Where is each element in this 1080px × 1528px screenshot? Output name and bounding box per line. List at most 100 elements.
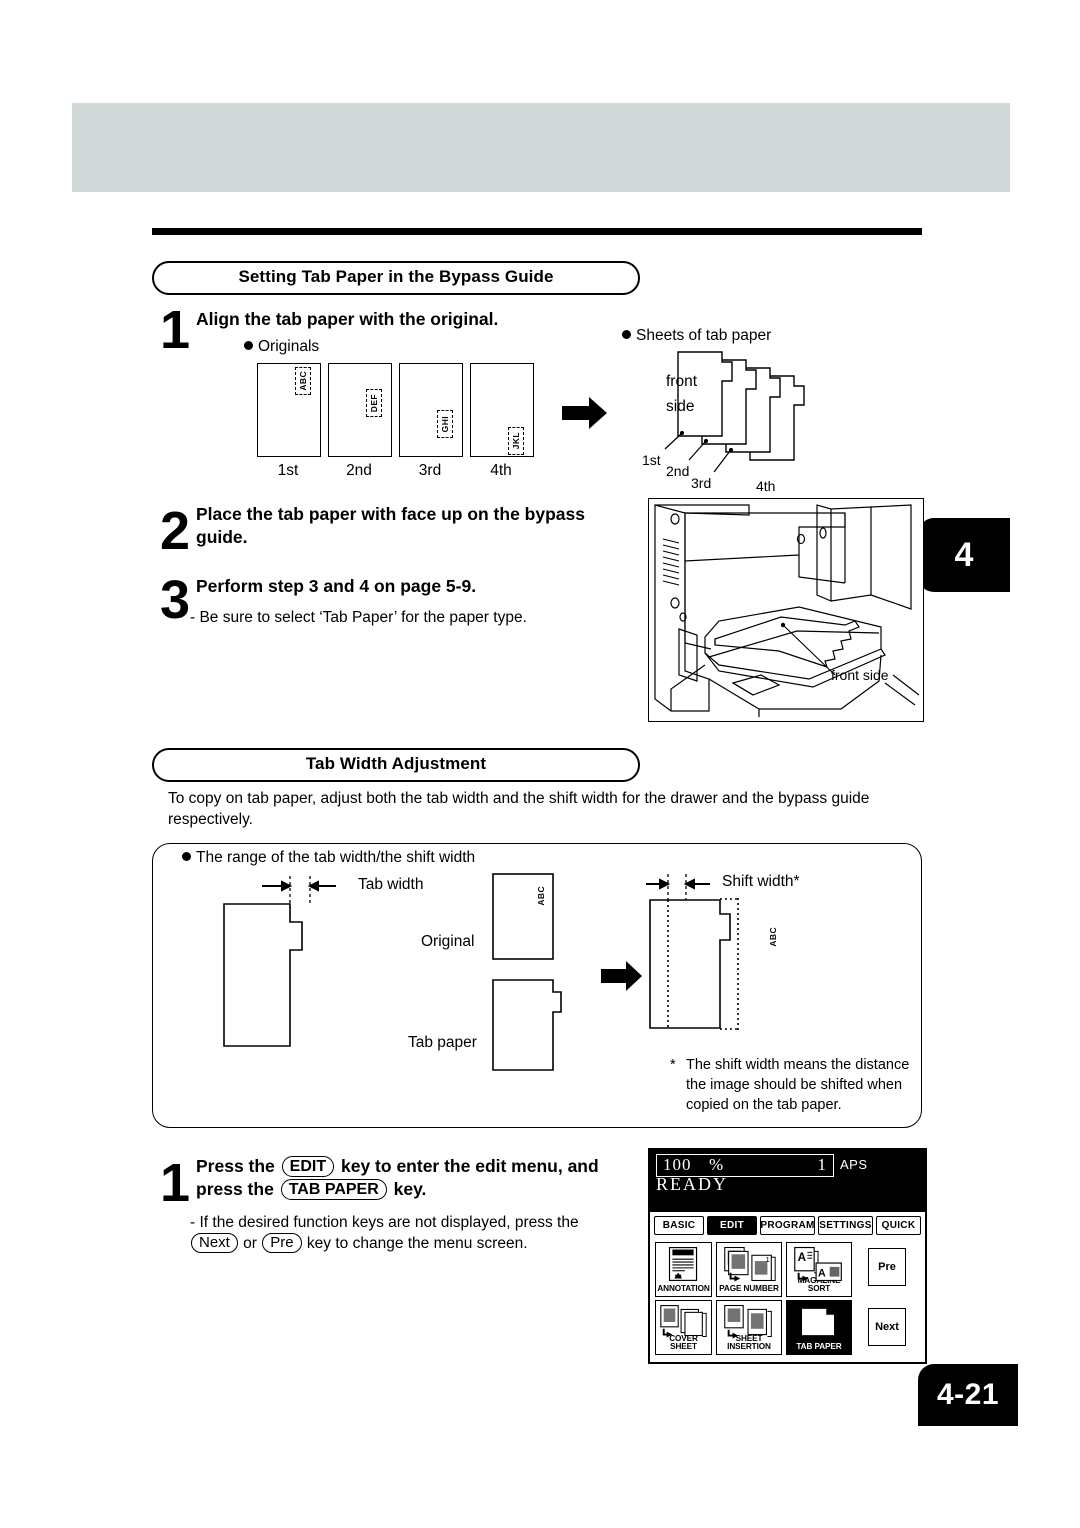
step-1-number: 1: [160, 300, 191, 360]
tabsheet-label-2: 2nd: [666, 463, 690, 479]
lcd-button-annotation-label: ANNOTATION: [657, 1284, 710, 1294]
chapter-number: 4: [954, 535, 974, 574]
edit-step-note-or: or: [243, 1235, 257, 1252]
edit-step-note-b: key to change the menu screen.: [306, 1235, 528, 1252]
lcd-tab-edit[interactable]: EDIT: [707, 1216, 757, 1235]
lcd-button-page-number-label: PAGE NUMBER: [719, 1284, 779, 1294]
bullet-icon: [622, 330, 631, 339]
original-sheet-3: GHI: [399, 363, 463, 457]
shift-abc-text: ABC: [768, 927, 778, 947]
cover-sheet-icon: [660, 1305, 707, 1338]
next-key-chip[interactable]: Next: [191, 1233, 238, 1253]
header-band: [72, 103, 1010, 192]
svg-text:A: A: [798, 1251, 807, 1264]
lcd-tab-program[interactable]: PROGRAM: [760, 1216, 815, 1235]
edit-step-text: Press the EDIT key to enter the edit men…: [196, 1155, 616, 1201]
step-2-number: 2: [160, 501, 191, 561]
lcd-percent-sign: %: [709, 1155, 724, 1174]
footnote-text: The shift width means the distance the i…: [686, 1057, 910, 1113]
lcd-next-label: Next: [875, 1321, 899, 1333]
original-label-2: 2nd: [346, 462, 372, 479]
lcd-tab-settings[interactable]: SETTINGS: [818, 1216, 873, 1235]
lcd-button-cover-sheet[interactable]: COVER SHEET: [655, 1300, 712, 1355]
edit-step-line2b: key.: [393, 1179, 427, 1199]
magazine-sort-icon: A A: [794, 1246, 842, 1282]
svg-text:A: A: [818, 1268, 826, 1280]
result-arrow-icon: [601, 961, 642, 991]
lcd-prev-button[interactable]: Pre: [868, 1248, 906, 1286]
bullet-icon: [182, 852, 191, 861]
tab-width-intro: To copy on tab paper, adjust both the ta…: [168, 790, 870, 828]
pre-key-chip[interactable]: Pre: [262, 1233, 302, 1253]
edit-step-note: - If the desired function keys are not d…: [190, 1212, 610, 1254]
section-heading-tab-width: Tab Width Adjustment: [152, 748, 640, 782]
tabsheet-front-line1: front: [666, 373, 698, 390]
edit-step-line1b: key to enter the edit menu, and: [341, 1156, 599, 1176]
original-tab-marker-4: JKL: [508, 427, 524, 455]
edit-step-note-a: - If the desired function keys are not d…: [190, 1214, 579, 1231]
footnote-marker: *: [670, 1057, 676, 1073]
lcd-tab-row: BASIC EDIT PROGRAM SETTINGS QUICK: [654, 1216, 921, 1236]
lcd-button-tab-paper-label: TAB PAPER: [796, 1342, 842, 1352]
edit-step-line1a: Press the: [196, 1156, 275, 1176]
lcd-aps-indicator: APS: [840, 1157, 868, 1172]
tab-width-label: Tab width: [358, 876, 424, 893]
original-sheet-1: ABC: [257, 363, 321, 457]
lcd-button-annotation[interactable]: ANNOTATION: [655, 1242, 712, 1297]
tab-width-box-caption: The range of the tab width/the shift wid…: [182, 847, 475, 868]
tabsheet-front-line2: side: [666, 398, 695, 415]
original-sheet-4: JKL: [470, 363, 534, 457]
lcd-copy-count: 1: [817, 1155, 827, 1174]
original-sheet-2: DEF: [328, 363, 392, 457]
edit-step-number: 1: [160, 1153, 191, 1213]
step-3-number: 3: [160, 570, 191, 630]
original-label-3: 3rd: [418, 462, 442, 479]
step-1-text: Align the tab paper with the original.: [196, 309, 499, 329]
page-number-icon: 1: [724, 1246, 776, 1282]
tab-width-left-diagram: [223, 876, 336, 1047]
svg-text:1: 1: [765, 1255, 769, 1264]
original-label-1: 1st: [277, 462, 299, 479]
copier-lcd-panel[interactable]: 100 % 1 APS READY BASIC EDIT PROGRAM SET…: [648, 1148, 927, 1364]
lcd-tab-quick[interactable]: QUICK: [876, 1216, 921, 1235]
manual-page: 4 4-21 Setting Tab Paper in the Bypass G…: [0, 0, 1080, 1528]
tab-paper-sheet-diagram: [492, 979, 562, 1071]
lcd-button-tab-paper[interactable]: TAB PAPER: [786, 1300, 852, 1355]
step-2-text: Place the tab paper with face up on the …: [196, 504, 585, 547]
section-heading-bypass: Setting Tab Paper in the Bypass Guide: [152, 261, 640, 295]
page-number-tab: 4-21: [918, 1364, 1018, 1426]
tabsheet-label-4: 4th: [756, 478, 776, 494]
step-3-text: Perform step 3 and 4 on page 5-9.: [196, 576, 477, 596]
step-3-note: - Be sure to select ‘Tab Paper’ for the …: [190, 609, 527, 626]
original-tab-marker-2: DEF: [366, 389, 382, 417]
tabsheet-label-1: 1st: [642, 452, 661, 468]
bullet-icon: [244, 341, 253, 350]
copier-line-art: [654, 504, 920, 717]
original-label-4: 4th: [490, 462, 512, 479]
tabsheet-label-3: 3rd: [691, 475, 712, 491]
lcd-button-page-number[interactable]: 1 PAGE NUMBER: [716, 1242, 782, 1297]
original-abc-text: ABC: [536, 886, 546, 906]
original-label: Original: [421, 933, 475, 950]
originals-caption: Originals: [244, 336, 319, 357]
edit-key-chip[interactable]: EDIT: [281, 1156, 335, 1177]
tab-paper-label: Tab paper: [408, 1034, 477, 1051]
lcd-tab-basic[interactable]: BASIC: [654, 1216, 704, 1235]
lcd-prev-label: Pre: [878, 1261, 896, 1273]
original-sheet-diagram: [492, 873, 554, 960]
section-heading-bypass-label: Setting Tab Paper in the Bypass Guide: [238, 267, 554, 286]
lcd-button-sheet-insertion[interactable]: SHEET INSERTION: [716, 1300, 782, 1355]
original-tab-marker-3: GHI: [437, 410, 453, 438]
lcd-status-text: READY: [656, 1174, 728, 1194]
page-number: 4-21: [936, 1378, 1000, 1411]
chapter-tab: 4: [918, 518, 1010, 592]
shift-width-label: Shift width*: [722, 873, 800, 890]
lcd-next-button[interactable]: Next: [868, 1308, 906, 1346]
tab-paper-key-chip[interactable]: TAB PAPER: [280, 1179, 387, 1200]
lcd-button-magazine-sort[interactable]: A A MAGAZINE SORT: [786, 1242, 852, 1297]
lcd-zoom-value: 100: [663, 1155, 692, 1174]
edit-step-line2a: press the: [196, 1179, 274, 1199]
lcd-status-bar: 100 % 1 APS READY: [650, 1150, 925, 1212]
sheet-insertion-icon: [724, 1304, 772, 1339]
tab-paper-icon: [802, 1308, 835, 1336]
